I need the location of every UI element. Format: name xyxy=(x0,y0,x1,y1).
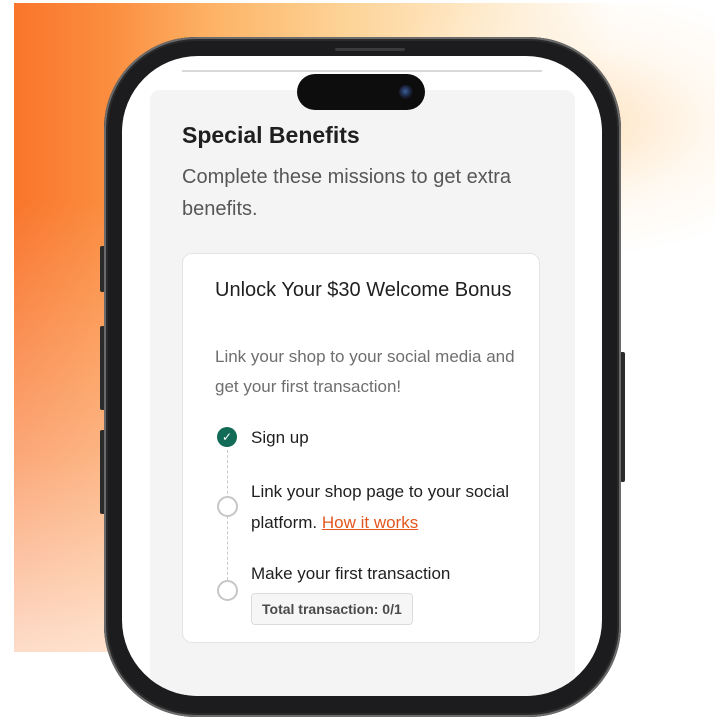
step-first-transaction: Make your first transaction xyxy=(251,564,451,583)
how-it-works-link[interactable]: How it works xyxy=(322,513,418,532)
front-camera-icon xyxy=(399,85,413,99)
empty-circle-icon xyxy=(217,496,238,517)
mission-card-description: Link your shop to your social media and … xyxy=(215,347,515,396)
phone-speaker-grille xyxy=(335,48,405,51)
dynamic-island xyxy=(297,74,425,110)
empty-circle-icon xyxy=(217,580,238,601)
benefits-title: Special Benefits xyxy=(182,122,360,148)
benefits-subtitle: Complete these missions to get extra ben… xyxy=(182,166,512,220)
phone-screen: Special Benefits Complete these missions… xyxy=(122,56,602,696)
mission-card-title: Unlock Your $30 Welcome Bonus xyxy=(215,279,512,301)
special-benefits-panel: Special Benefits Complete these missions… xyxy=(150,90,575,696)
transaction-progress-badge: Total transaction: 0/1 xyxy=(251,593,413,625)
check-circle-icon: ✓ xyxy=(217,427,237,447)
status-bar-divider xyxy=(182,70,542,72)
step-sign-up: Sign up xyxy=(251,428,309,447)
welcome-bonus-card: Unlock Your $30 Welcome Bonus Link your … xyxy=(182,253,540,643)
step-link-shop: Link your shop page to your social platf… xyxy=(251,476,511,538)
